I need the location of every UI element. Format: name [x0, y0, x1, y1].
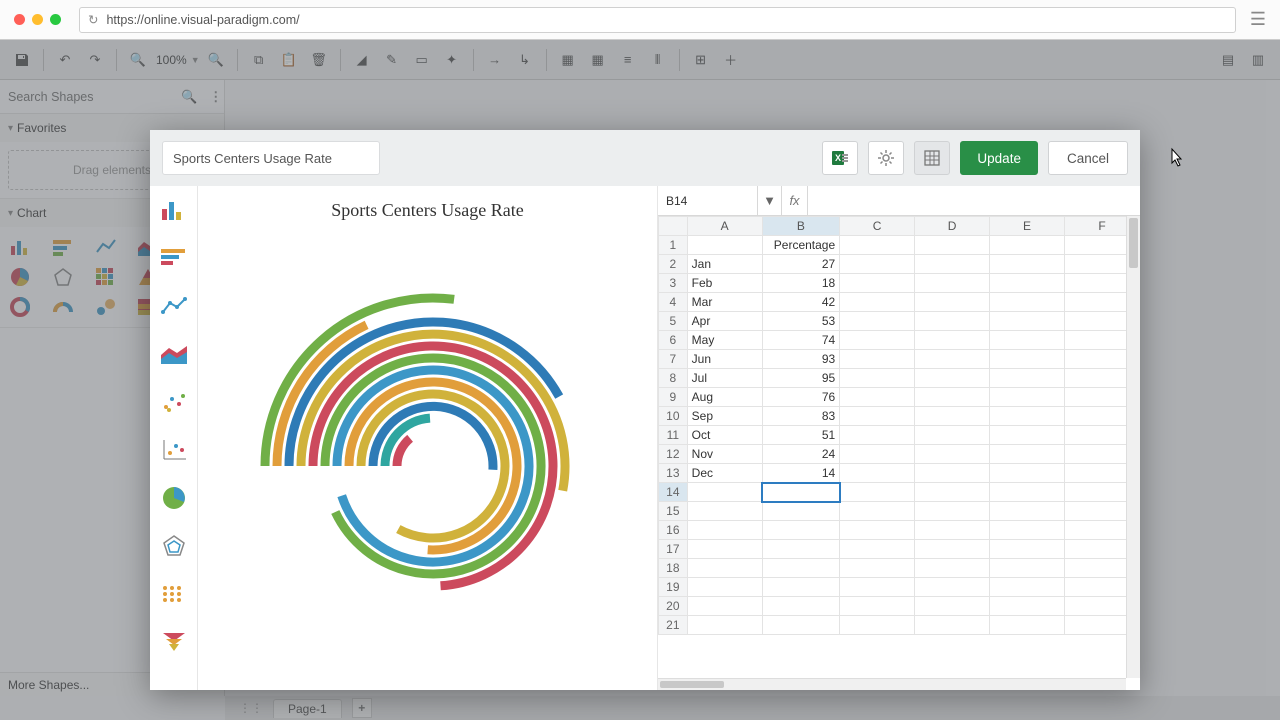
- window-controls: [14, 14, 61, 25]
- cell-reference[interactable]: B14: [658, 186, 758, 215]
- browser-chrome: ↻ https://online.visual-paradigm.com/ ☰: [0, 0, 1280, 40]
- formula-bar: B14 ▼ fx: [658, 186, 1140, 216]
- type-bar-icon[interactable]: [159, 196, 189, 224]
- chart-type-sidebar: [150, 186, 198, 690]
- chart-preview-title: Sports Centers Usage Rate: [198, 200, 657, 221]
- type-line-icon[interactable]: [159, 292, 189, 320]
- maximize-window-icon[interactable]: [50, 14, 61, 25]
- type-hbar-icon[interactable]: [159, 244, 189, 272]
- chart-title-input[interactable]: [162, 141, 380, 175]
- horizontal-scrollbar[interactable]: [658, 678, 1126, 690]
- cell-ref-dropdown-icon[interactable]: ▼: [758, 186, 782, 215]
- vertical-scrollbar[interactable]: [1126, 216, 1140, 678]
- cancel-button[interactable]: Cancel: [1048, 141, 1128, 175]
- excel-import-button[interactable]: X: [822, 141, 858, 175]
- type-dots-icon[interactable]: [159, 580, 189, 608]
- modal-header: X Update Cancel: [150, 130, 1140, 186]
- formula-input[interactable]: [808, 186, 1140, 215]
- type-pie-icon[interactable]: [159, 484, 189, 512]
- svg-text:X: X: [835, 153, 841, 163]
- settings-button[interactable]: [868, 141, 904, 175]
- close-window-icon[interactable]: [14, 14, 25, 25]
- chart-preview: Sports Centers Usage Rate: [198, 186, 658, 690]
- browser-menu-icon[interactable]: ☰: [1250, 9, 1266, 30]
- reload-icon[interactable]: ↻: [88, 12, 98, 27]
- grid-toggle-button[interactable]: [914, 141, 950, 175]
- type-radar-icon[interactable]: [159, 532, 189, 560]
- chart-editor-modal: X Update Cancel: [150, 130, 1140, 690]
- data-spreadsheet: B14 ▼ fx ABCDEF1Percentage2Jan273Feb184M…: [658, 186, 1140, 690]
- url-text: https://online.visual-paradigm.com/: [106, 13, 299, 27]
- update-button[interactable]: Update: [960, 141, 1038, 175]
- minimize-window-icon[interactable]: [32, 14, 43, 25]
- address-bar[interactable]: ↻ https://online.visual-paradigm.com/: [79, 7, 1236, 33]
- type-scatter-axis-icon[interactable]: [159, 436, 189, 464]
- type-funnel-icon[interactable]: [159, 628, 189, 656]
- type-area-icon[interactable]: [159, 340, 189, 368]
- data-grid[interactable]: ABCDEF1Percentage2Jan273Feb184Mar425Apr5…: [658, 216, 1140, 635]
- type-scatter-icon[interactable]: [159, 388, 189, 416]
- fx-icon: fx: [782, 186, 808, 215]
- radial-bar-chart: [258, 256, 608, 676]
- app-root: ↶ ↷ 🔍 100% ▼ 🔍 ⧉ 📋 🗑 ◢ ✎ ▭ ✦ → ↳ ▦ ▦ ≡ ⫴: [0, 40, 1280, 720]
